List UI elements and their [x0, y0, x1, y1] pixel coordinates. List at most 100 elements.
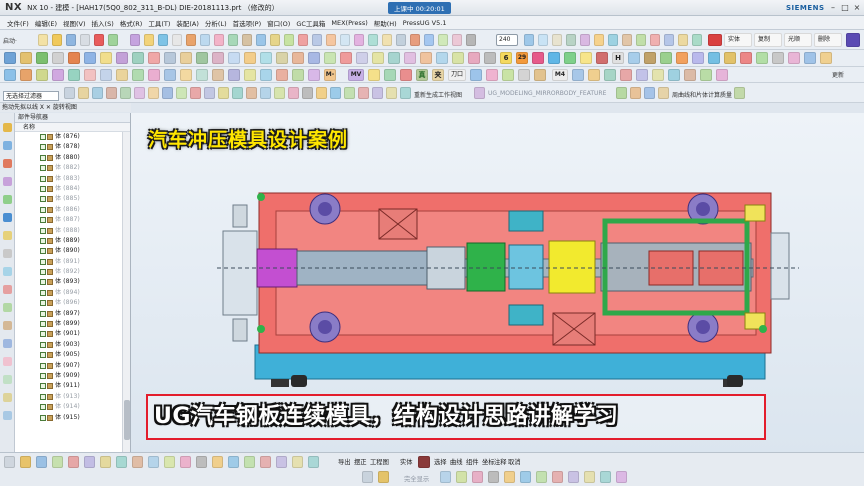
lifter-icon[interactable]: [724, 52, 736, 64]
part-navigator-icon[interactable]: [3, 123, 12, 132]
trim-curve-icon[interactable]: [356, 52, 368, 64]
view-left-icon[interactable]: [552, 471, 563, 483]
info-bottom-icon[interactable]: [308, 456, 319, 468]
shaded-view-icon[interactable]: [538, 34, 548, 46]
draft-icon[interactable]: [396, 34, 406, 46]
plus-icon[interactable]: [358, 87, 369, 99]
fillet-bottom-icon[interactable]: [100, 456, 111, 468]
navigator-row[interactable]: 体 (878): [15, 142, 130, 152]
project-curve-icon[interactable]: [260, 52, 272, 64]
part-prep-icon[interactable]: [52, 69, 64, 81]
component-button[interactable]: 组件: [466, 457, 479, 466]
print-icon[interactable]: [80, 34, 90, 46]
coplanar-icon[interactable]: [274, 87, 285, 99]
measure-icon[interactable]: [466, 34, 476, 46]
bending-icon[interactable]: [148, 69, 160, 81]
visibility-checkbox[interactable]: [40, 321, 46, 328]
n-sided-icon[interactable]: [436, 52, 448, 64]
regenerate-icon[interactable]: [400, 87, 411, 99]
visibility-checkbox[interactable]: [40, 217, 46, 224]
pilot-icon[interactable]: [708, 52, 720, 64]
press-force-icon[interactable]: [534, 69, 546, 81]
align-bottom-icon[interactable]: [276, 456, 287, 468]
constraint-bottom-icon[interactable]: [196, 456, 207, 468]
quadrant-icon[interactable]: [134, 87, 145, 99]
menu-window[interactable]: 窗口(O): [264, 18, 293, 28]
clearance-icon[interactable]: [196, 69, 208, 81]
on-face-icon[interactable]: [176, 87, 187, 99]
glyph-mv-button[interactable]: MV: [348, 69, 364, 81]
existing-point-icon[interactable]: [190, 87, 201, 99]
through-curves-icon[interactable]: [388, 52, 400, 64]
view-trimetric-icon[interactable]: [504, 471, 515, 483]
text-tool-icon[interactable]: [172, 34, 182, 46]
update-button[interactable]: 更新: [832, 70, 844, 79]
navigator-row[interactable]: 体 (886): [15, 205, 130, 215]
menu-view[interactable]: 视图(V): [60, 18, 89, 28]
intersect-icon[interactable]: [340, 34, 350, 46]
menu-gc-toolbox[interactable]: GC工具箱: [293, 18, 328, 28]
slash-icon[interactable]: [372, 87, 383, 99]
tube-icon[interactable]: [68, 52, 80, 64]
offset-face-icon[interactable]: [410, 34, 420, 46]
navigator-row[interactable]: 体 (907): [15, 361, 130, 371]
navigator-row[interactable]: 体 (887): [15, 215, 130, 225]
measure-bottom-icon[interactable]: [292, 456, 303, 468]
pattern-bottom-icon[interactable]: [180, 456, 191, 468]
endpoint-icon[interactable]: [92, 87, 103, 99]
drawing-button[interactable]: 工程图: [370, 457, 389, 466]
pole-icon[interactable]: [232, 87, 243, 99]
pan-view-icon[interactable]: [600, 471, 611, 483]
close-icon[interactable]: ×: [852, 3, 862, 12]
move-face-icon[interactable]: [438, 34, 448, 46]
grid-point-icon[interactable]: [246, 87, 257, 99]
circle-icon[interactable]: [330, 87, 341, 99]
die-wizard-icon[interactable]: [20, 69, 32, 81]
section-icon[interactable]: [386, 87, 397, 99]
calc-icon[interactable]: [244, 69, 256, 81]
scale-bottom-icon[interactable]: [260, 456, 271, 468]
constraint-navigator-icon[interactable]: [3, 159, 12, 168]
target-icon[interactable]: [344, 87, 355, 99]
pad-icon[interactable]: [228, 34, 238, 46]
visibility-checkbox[interactable]: [40, 300, 46, 307]
palette-icon[interactable]: [3, 357, 12, 366]
navigator-row[interactable]: 体 (882): [15, 163, 130, 173]
start-button[interactable]: 启动·: [3, 36, 17, 45]
interference-icon[interactable]: [518, 69, 530, 81]
parallel-icon[interactable]: [302, 87, 313, 99]
mirror-bottom-icon[interactable]: [164, 456, 175, 468]
pattern-icon[interactable]: [354, 34, 364, 46]
spring-icon[interactable]: [644, 52, 656, 64]
sphere-icon[interactable]: [52, 52, 64, 64]
color-swatch-icon[interactable]: [418, 456, 430, 468]
navigator-row[interactable]: 体 (914): [15, 402, 130, 412]
view-top-icon[interactable]: [456, 471, 467, 483]
visibility-checkbox[interactable]: [40, 279, 46, 286]
chamfer-icon[interactable]: [284, 34, 294, 46]
mirror-body-feature-button[interactable]: UG_MODELING_MIRRORBODY_FEATURE: [488, 90, 606, 97]
menu-analysis[interactable]: 分析(L): [202, 18, 230, 28]
move-component-icon[interactable]: [716, 69, 728, 81]
stripper-icon[interactable]: [692, 52, 704, 64]
zoom-field[interactable]: 240: [496, 34, 518, 46]
navigator-row[interactable]: 体 (915): [15, 413, 130, 423]
bridge-curve-icon[interactable]: [308, 52, 320, 64]
visualization-icon[interactable]: [3, 375, 12, 384]
assembly-navigator-icon[interactable]: [3, 141, 12, 150]
menu-edit[interactable]: 编辑(E): [32, 18, 60, 28]
visibility-checkbox[interactable]: [40, 414, 46, 421]
shell-icon[interactable]: [382, 34, 392, 46]
extend-curve-icon[interactable]: [372, 52, 384, 64]
navigator-row[interactable]: 体 (884): [15, 184, 130, 194]
library-icon[interactable]: [788, 52, 800, 64]
view-back-icon[interactable]: [520, 471, 531, 483]
progressive-die-icon[interactable]: [36, 69, 48, 81]
offset-curve-icon[interactable]: [292, 52, 304, 64]
navigator-row[interactable]: 体 (889): [15, 236, 130, 246]
standard-part-icon[interactable]: [804, 52, 816, 64]
layer-icon[interactable]: [580, 34, 590, 46]
navigator-name-column[interactable]: 名称: [15, 123, 130, 132]
midpoint-icon[interactable]: [106, 87, 117, 99]
navigator-row[interactable]: 体 (894): [15, 288, 130, 298]
